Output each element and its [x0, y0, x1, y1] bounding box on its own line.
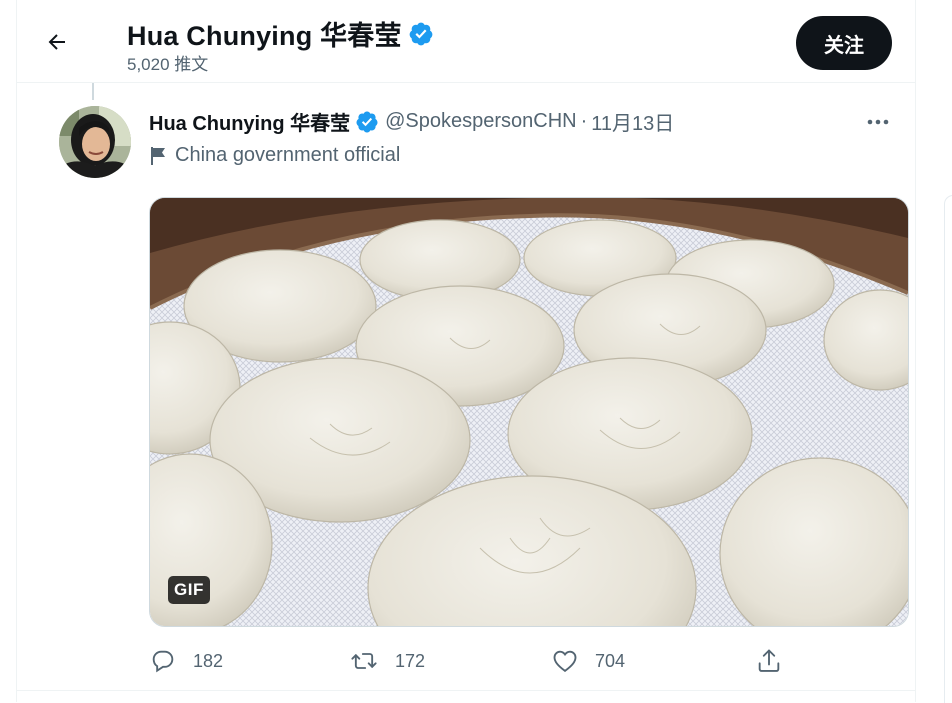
like-count: 704: [595, 650, 626, 671]
government-label-text: China government official: [175, 144, 401, 166]
more-horizontal-icon: [867, 119, 889, 125]
sidebar-panel-edge: [944, 195, 952, 703]
gif-badge: GIF: [168, 576, 210, 604]
avatar-image: [59, 106, 131, 178]
reply-icon: [152, 650, 174, 673]
profile-header: Hua Chunying 华春莹 5,020 推文 关注: [17, 0, 915, 83]
retweet-icon: [351, 653, 377, 669]
share-icon: [758, 649, 780, 672]
more-options-button[interactable]: [862, 110, 894, 134]
like-button[interactable]: 704: [551, 644, 625, 678]
tweet-date[interactable]: 11月13日: [591, 107, 674, 136]
tweet-header: Hua Chunying 华春莹 @SpokespersonCHN · 11月1…: [149, 107, 674, 136]
reply-count: 182: [193, 650, 224, 671]
timeline-column: Hua Chunying 华春莹 5,020 推文 关注 Hua Chunyin…: [16, 0, 916, 702]
share-button[interactable]: [755, 644, 783, 678]
steamed-buns-gif-image: [150, 198, 908, 626]
retweet-button[interactable]: 172: [349, 644, 425, 678]
profile-name-text: Hua Chunying 华春莹: [127, 21, 402, 51]
header-separator: ·: [580, 110, 588, 132]
like-icon: [553, 650, 577, 673]
reply-button[interactable]: 182: [149, 644, 223, 678]
government-label[interactable]: China government official: [149, 144, 400, 167]
thread-connector-line: [92, 83, 94, 100]
tweet-actions: 182 172 704: [149, 644, 909, 678]
tweet-media-gif[interactable]: GIF: [149, 197, 909, 627]
verified-badge-icon: [409, 22, 433, 45]
government-flag-icon: [151, 146, 165, 165]
tweet-divider: [17, 690, 915, 691]
avatar[interactable]: [59, 106, 131, 178]
tweet-author-handle[interactable]: @SpokespersonCHN: [385, 110, 577, 133]
back-arrow-icon: [48, 34, 65, 50]
tweet-count: 5,020 推文: [127, 55, 209, 74]
tweet-author-name[interactable]: Hua Chunying 华春莹: [149, 107, 350, 136]
back-button[interactable]: [37, 22, 77, 62]
retweet-count: 172: [395, 650, 426, 671]
profile-name: Hua Chunying 华春莹: [127, 14, 434, 53]
follow-button[interactable]: 关注: [796, 16, 892, 70]
verified-badge-icon: [356, 111, 378, 132]
